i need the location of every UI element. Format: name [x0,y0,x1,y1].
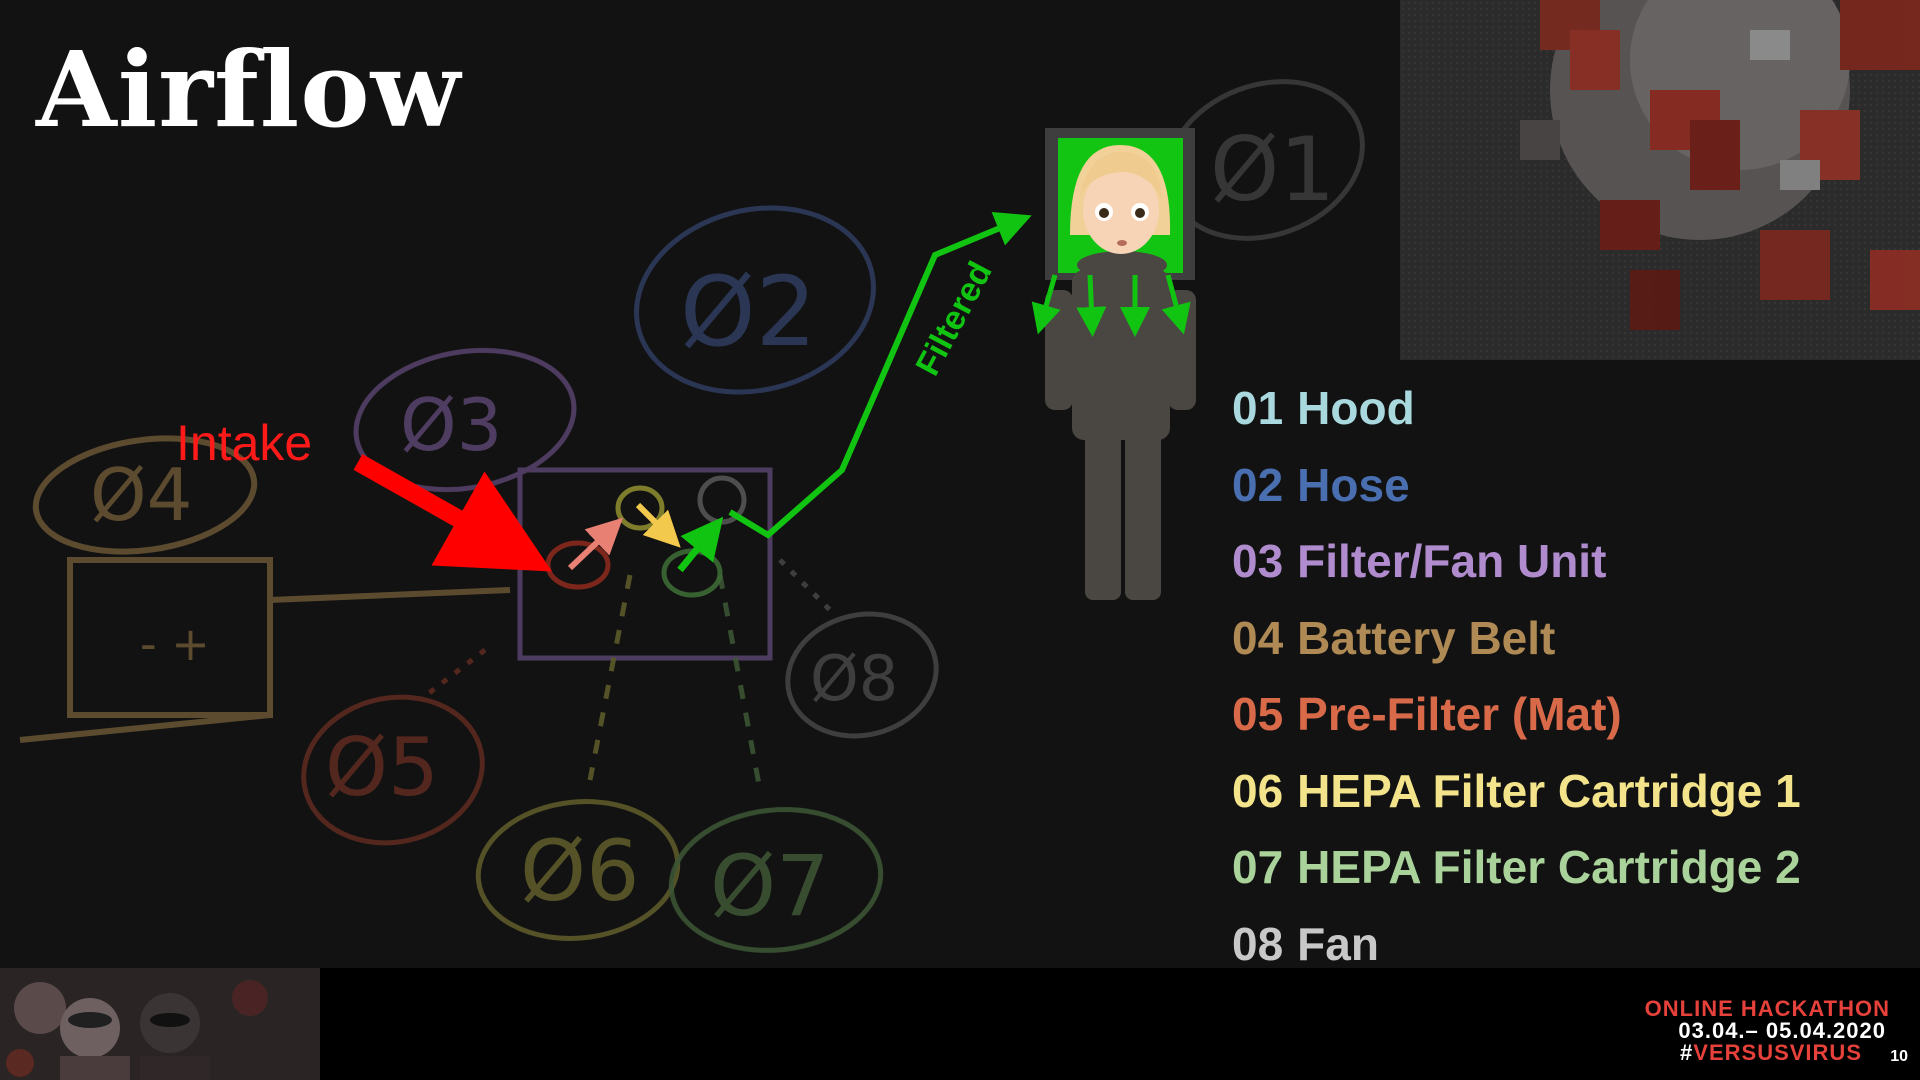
legend-item-number: 04 [1232,611,1284,664]
slide: Airflow Ø4 - + Ø3 Ø2 Ø1 Ø5 Ø6 Ø7 Ø8 Inta… [0,0,1920,1080]
legend-item-label: HEPA Filter Cartridge 2 [1297,841,1801,893]
event-hashtag: #VERSUSVIRUS [1680,1040,1862,1066]
hashtag-symbol: # [1680,1040,1694,1065]
legend-item: 05 Pre-Filter (Mat) [1232,676,1912,753]
legend-item-label: Hood [1297,382,1415,434]
marker-08: Ø8 [810,642,898,715]
legend-item-label: HEPA Filter Cartridge 1 [1297,764,1801,817]
legend-item-number: 08 [1232,917,1284,970]
hashtag-text: VERSUSVIRUS [1693,1040,1862,1065]
filtered-label: Filtered [909,255,1000,381]
footer-bar: ONLINE HACKATHON 03.04.– 05.04.2020 #VER… [0,968,1920,1080]
marker-02: Ø2 [680,256,817,368]
legend-item-label: Fan [1297,917,1379,970]
team-photo [0,968,320,1080]
legend-item-number: 02 [1232,458,1284,511]
intake-label: Intake [176,415,312,471]
legend-item: 07 HEPA Filter Cartridge 2 [1232,829,1912,906]
legend-item: 01 Hood [1232,370,1912,447]
page-number: 10 [1890,1048,1908,1065]
legend-item-number: 03 [1232,535,1284,587]
legend-item: 03 Filter/Fan Unit [1232,523,1912,600]
svg-text:- +: - + [140,617,210,671]
legend-item-label: Battery Belt [1297,611,1556,664]
marker-07: Ø7 [710,837,830,935]
marker-05: Ø5 [325,721,439,814]
legend-item-number: 06 [1232,764,1284,817]
intake-arrow [353,454,553,572]
legend-item: 04 Battery Belt [1232,600,1912,677]
marker-01: Ø1 [1210,118,1335,221]
legend-item: 06 HEPA Filter Cartridge 1 [1232,753,1912,830]
component-legend: 01 Hood 02 Hose 03 Filter/Fan Unit 04 Battery B… [1232,370,1912,982]
marker-03: Ø3 [400,383,502,467]
legend-item-number: 01 [1232,382,1284,434]
legend-item-number: 05 [1232,688,1284,740]
marker-06: Ø6 [520,822,640,920]
legend-item-label: Filter/Fan Unit [1297,535,1607,587]
legend-item: 02 Hose [1232,447,1912,524]
legend-item-label: Hose [1297,458,1410,511]
legend-item-number: 07 [1232,841,1284,893]
legend-item-label: Pre-Filter (Mat) [1297,688,1622,740]
prefilter-arrow [567,517,624,571]
person-figure [1031,128,1196,600]
